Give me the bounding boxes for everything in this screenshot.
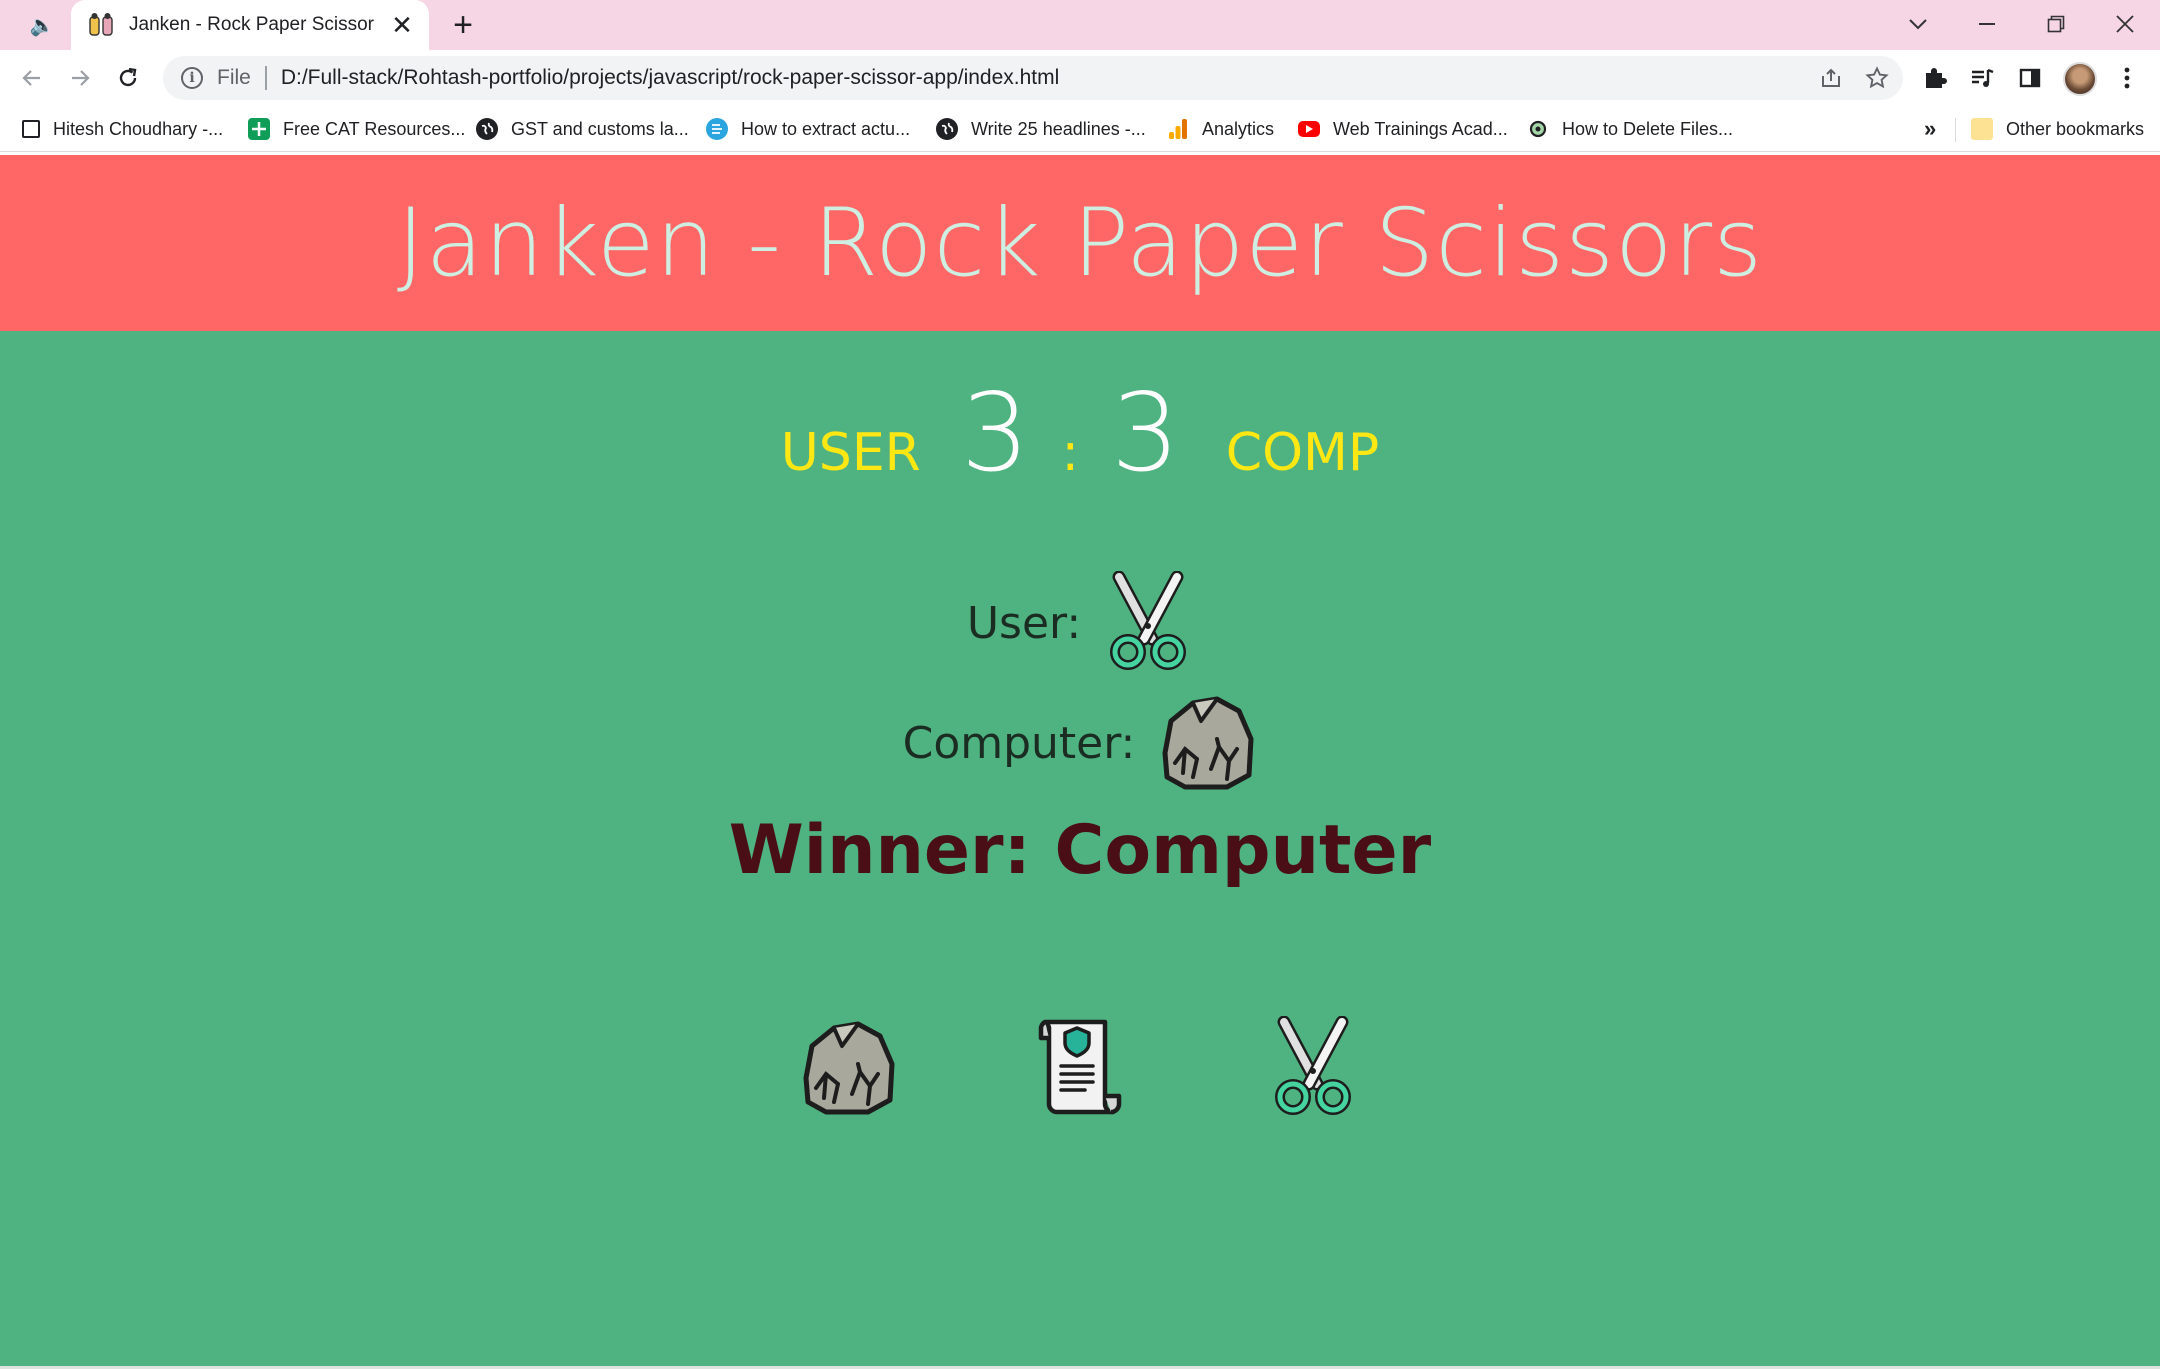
bookmark-label: Write 25 headlines -... xyxy=(971,118,1146,139)
winner-text: Winner: Computer xyxy=(728,811,1432,890)
url-scheme: File xyxy=(217,66,251,89)
bookmark-item[interactable]: Free CAT Resources... xyxy=(248,114,465,144)
youtube-icon xyxy=(1298,121,1320,137)
paper-option-button[interactable] xyxy=(1025,1011,1135,1121)
browser-tab[interactable]: Janken - Rock Paper Scissor ✕ xyxy=(71,0,429,50)
bookmark-item[interactable]: Write 25 headlines -... xyxy=(936,114,1146,144)
game-area: USER 3 : 3 COMP User: Computer: Winner: … xyxy=(0,331,2160,1369)
user-score-label: USER xyxy=(780,423,921,483)
close-window-button[interactable] xyxy=(2103,4,2147,44)
bookmark-label: GST and customs la... xyxy=(511,118,689,139)
bookmark-star-icon[interactable] xyxy=(1857,58,1897,98)
forward-button[interactable] xyxy=(60,58,100,98)
computer-choice-label: Computer: xyxy=(902,718,1136,769)
bookmarks-overflow-button[interactable]: » xyxy=(1924,114,1936,144)
bookmark-app-icon xyxy=(1527,118,1549,140)
minimize-button[interactable] xyxy=(1965,4,2009,44)
scissors-icon xyxy=(1103,570,1193,676)
bookmark-item[interactable]: How to extract actu... xyxy=(706,114,910,144)
side-panel-icon[interactable] xyxy=(2010,58,2050,98)
bookmark-label: Web Trainings Acad... xyxy=(1333,118,1508,139)
omnibox-divider xyxy=(264,66,267,90)
tab-favicon-icon xyxy=(87,11,115,39)
bookmark-item[interactable]: Analytics xyxy=(1167,114,1274,144)
bookmark-label: Other bookmarks xyxy=(2006,118,2145,139)
tab-close-icon[interactable]: ✕ xyxy=(387,10,417,40)
restore-button[interactable] xyxy=(2034,4,2078,44)
bookmark-item[interactable]: Hitesh Choudhary -... xyxy=(22,114,223,144)
back-button[interactable] xyxy=(12,58,52,98)
reload-button[interactable] xyxy=(108,58,148,98)
paper-icon xyxy=(1038,1019,1122,1115)
globe-icon xyxy=(936,118,958,140)
bookmark-item[interactable]: Web Trainings Acad... xyxy=(1298,114,1508,144)
rock-icon xyxy=(1157,691,1257,796)
page-header: Janken - Rock Paper Scissors xyxy=(0,155,2160,331)
page-icon xyxy=(22,120,40,138)
media-control-icon[interactable] xyxy=(1962,58,2002,98)
page-title: Janken - Rock Paper Scissors xyxy=(396,188,1764,298)
site-info-icon[interactable]: i xyxy=(181,67,203,89)
profile-avatar[interactable] xyxy=(2063,62,2097,96)
sheets-icon xyxy=(248,118,270,140)
computer-choice-row: Computer: xyxy=(0,691,2160,796)
tab-strip: 🔈 Janken - Rock Paper Scissor ✕ + xyxy=(0,0,2160,50)
user-score: 3 xyxy=(960,371,1030,496)
address-bar[interactable]: i File D:/Full-stack/Rohtash-portfolio/p… xyxy=(163,56,1903,100)
other-bookmarks[interactable]: Other bookmarks xyxy=(1971,114,2144,144)
bookmark-label: Hitesh Choudhary -... xyxy=(53,118,224,139)
tab-audio-icon[interactable]: 🔈 xyxy=(24,10,60,40)
globe-icon xyxy=(476,118,498,140)
bookmarks-divider xyxy=(1955,118,1956,142)
scissors-icon xyxy=(1275,1016,1351,1115)
analytics-icon xyxy=(1167,118,1189,140)
folder-icon xyxy=(1971,118,1993,140)
scissors-option-button[interactable] xyxy=(1258,1011,1368,1121)
bookmark-label: Analytics xyxy=(1202,118,1275,139)
comp-score: 3 xyxy=(1111,371,1180,496)
share-icon[interactable] xyxy=(1811,58,1851,98)
choice-options xyxy=(0,1011,2160,1121)
user-choice-label: User: xyxy=(966,598,1082,649)
extensions-icon[interactable] xyxy=(1915,58,1955,98)
tab-search-icon[interactable] xyxy=(1896,4,1940,44)
tab-title: Janken - Rock Paper Scissor xyxy=(129,14,374,35)
new-tab-button[interactable]: + xyxy=(446,6,480,44)
url-text[interactable]: D:/Full-stack/Rohtash-portfolio/projects… xyxy=(281,66,1811,90)
rock-icon xyxy=(803,1021,895,1115)
comp-score-label: COMP xyxy=(1225,423,1380,483)
edge-icon xyxy=(706,118,728,140)
browser-toolbar: i File D:/Full-stack/Rohtash-portfolio/p… xyxy=(0,50,2160,106)
bookmark-item[interactable]: GST and customs la... xyxy=(476,114,689,144)
bookmark-item[interactable]: How to Delete Files... xyxy=(1527,114,1733,144)
user-choice-row: User: xyxy=(0,570,2160,676)
bookmark-label: How to extract actu... xyxy=(741,118,911,139)
bookmarks-bar: Hitesh Choudhary -... Free CAT Resources… xyxy=(0,106,2160,152)
bookmark-label: Free CAT Resources... xyxy=(283,118,466,139)
rock-option-button[interactable] xyxy=(793,1011,903,1121)
bookmark-label: How to Delete Files... xyxy=(1562,118,1734,139)
score-separator: : xyxy=(1061,423,1080,483)
scoreboard: USER 3 : 3 COMP xyxy=(0,371,2160,496)
menu-kebab-icon[interactable] xyxy=(2107,58,2147,98)
